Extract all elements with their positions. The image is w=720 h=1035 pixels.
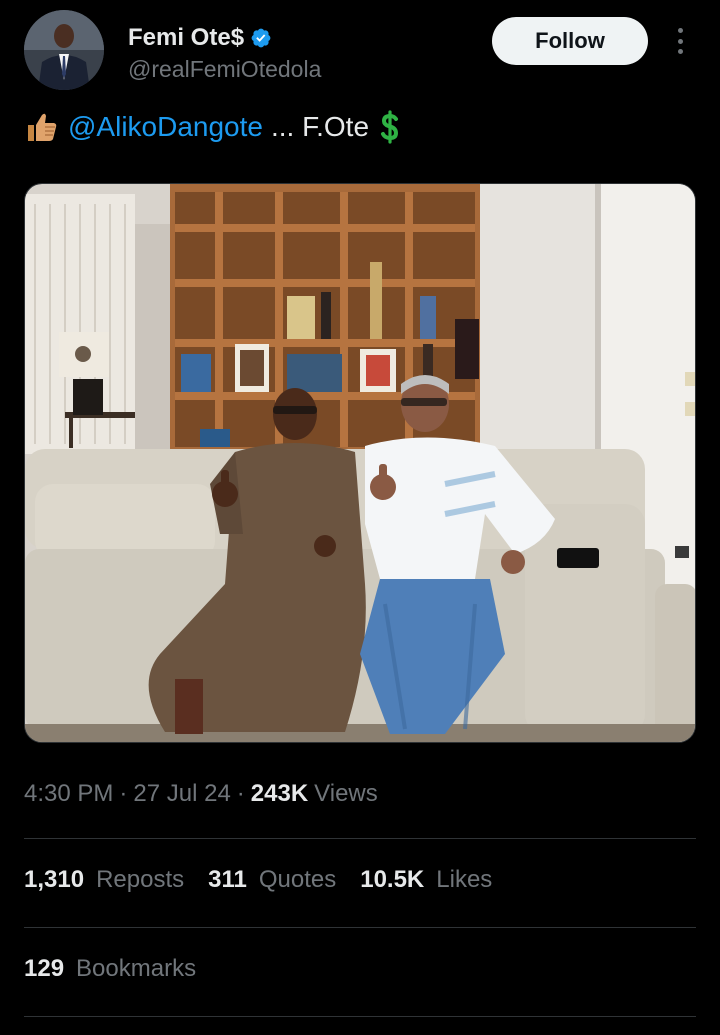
likes-count: 10.5K [360, 866, 425, 893]
bookmarks-stat[interactable]: 129 Bookmarks [24, 955, 196, 983]
meta-separator: · [236, 780, 245, 807]
author-avatar[interactable] [24, 10, 104, 90]
two-men-on-sofa-photo-icon [25, 184, 695, 742]
reposts-count: 1,310 [24, 866, 85, 893]
author-display-name[interactable]: Femi Ote$ [128, 24, 244, 52]
meta-separator: · [119, 780, 128, 807]
tweet-date[interactable]: 27 Jul 24 [133, 780, 230, 808]
quotes-count: 311 [208, 866, 247, 893]
bookmarks-count: 129 [24, 955, 65, 982]
divider [24, 838, 696, 839]
tweet-time[interactable]: 4:30 PM [24, 780, 113, 808]
quotes-label: Quotes [258, 866, 337, 893]
tweet-meta: 4:30 PM · 27 Jul 24 · 243K Views [24, 780, 378, 808]
dot [677, 49, 683, 54]
reposts-label: Reposts [96, 866, 185, 893]
divider [24, 927, 696, 928]
profile-photo-icon [24, 10, 104, 90]
engagement-stats: 1,310 Reposts 311 Quotes 10.5K Likes [24, 866, 492, 894]
tweet-text: @AlikoDangote ... F.Ote [24, 108, 403, 146]
likes-label: Likes [436, 866, 493, 893]
thumbs-up-icon [28, 113, 57, 141]
reposts-stat[interactable]: 1,310 Reposts [24, 866, 184, 894]
author-name-row: Femi Ote$ [128, 24, 272, 52]
tweet-body-text: ... F.Ote [270, 111, 370, 142]
views-label: Views [314, 780, 378, 807]
heavy-dollar-sign-icon [381, 110, 399, 144]
tweet-header: Femi Ote$ @realFemiOtedola Follow [24, 10, 696, 90]
views-count[interactable]: 243K [251, 780, 308, 808]
tweet-photo[interactable] [24, 183, 696, 743]
more-vertical-icon[interactable] [668, 26, 692, 56]
mention-link[interactable]: @AlikoDangote [68, 108, 263, 146]
dot [677, 38, 683, 44]
quotes-stat[interactable]: 311 Quotes [208, 866, 336, 894]
author-handle[interactable]: @realFemiOtedola [128, 56, 321, 83]
likes-stat[interactable]: 10.5K Likes [360, 866, 492, 894]
dot [677, 28, 683, 33]
verified-badge-icon [251, 28, 271, 48]
divider [24, 1016, 696, 1017]
follow-button[interactable]: Follow [492, 17, 648, 65]
bookmarks-label: Bookmarks [76, 955, 197, 982]
